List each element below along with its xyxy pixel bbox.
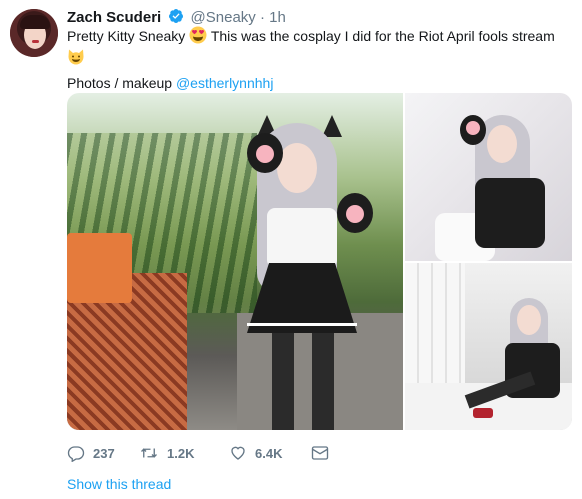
heart-icon bbox=[231, 446, 245, 460]
author-handle[interactable]: @Sneaky bbox=[191, 9, 256, 26]
tweet-time[interactable]: 1h bbox=[269, 9, 286, 26]
photo2-cosplayer bbox=[435, 103, 565, 261]
separator-dot: · bbox=[259, 9, 265, 26]
photo1-cosplayer bbox=[227, 113, 377, 430]
tweet-actions: 237 1.2K 6.4K bbox=[67, 442, 329, 464]
photo1-cushion bbox=[67, 233, 132, 303]
tweet-photo-3[interactable] bbox=[405, 263, 572, 430]
avatar-bangs bbox=[20, 15, 50, 29]
cosplayer-top bbox=[267, 208, 337, 268]
photographer-mention-link[interactable]: @estherlynnhhj bbox=[176, 75, 274, 91]
tweet-media-grid bbox=[67, 93, 572, 430]
like-count: 6.4K bbox=[255, 445, 283, 461]
photo3-window bbox=[405, 263, 465, 383]
tweet-text-line-1: Pretty Kitty Sneaky This was the cosplay… bbox=[67, 26, 572, 48]
retweet-icon bbox=[141, 448, 157, 458]
retweet-button[interactable]: 1.2K bbox=[139, 444, 229, 462]
reply-count: 237 bbox=[93, 445, 115, 461]
tweet-text: Pretty Kitty Sneaky This was the cosplay… bbox=[67, 26, 572, 92]
avatar-lips bbox=[32, 40, 39, 43]
paw-pad-right bbox=[346, 205, 364, 223]
cosplayer-face bbox=[487, 125, 517, 163]
cosplayer-leg-left bbox=[272, 333, 294, 430]
paw-pad-left bbox=[256, 145, 274, 163]
heart-eyes-emoji-icon bbox=[189, 26, 207, 48]
author-name[interactable]: Zach Scuderi bbox=[67, 9, 161, 26]
envelope-icon bbox=[311, 446, 329, 460]
direct-message-button[interactable] bbox=[311, 445, 329, 461]
skirt-stripe bbox=[247, 323, 357, 326]
cosplayer-face bbox=[517, 305, 541, 335]
tweet-photo-2[interactable] bbox=[405, 93, 572, 261]
smiling-cat-emoji-icon bbox=[67, 48, 85, 70]
retweet-count: 1.2K bbox=[167, 445, 195, 461]
cosplayer-dress bbox=[475, 178, 545, 248]
cosplayer-heel bbox=[473, 408, 493, 418]
tweet-text-part-2: This was the cosplay I did for the Riot … bbox=[210, 28, 555, 44]
tweet-credits-line: Photos / makeup @estherlynnhhj bbox=[67, 74, 572, 92]
photo3-cosplayer bbox=[464, 283, 565, 430]
like-button[interactable]: 6.4K bbox=[229, 444, 311, 462]
tweet-text-part-1: Pretty Kitty Sneaky bbox=[67, 28, 186, 44]
reply-icon bbox=[67, 446, 85, 462]
show-thread-link[interactable]: Show this thread bbox=[67, 476, 171, 492]
credits-prefix: Photos / makeup bbox=[67, 75, 173, 91]
reply-button[interactable]: 237 bbox=[67, 444, 139, 462]
cosplayer-leg-right bbox=[312, 333, 334, 430]
cosplayer-face bbox=[277, 143, 317, 193]
tweet-text-line-2 bbox=[67, 48, 572, 70]
paw-pad bbox=[466, 121, 480, 135]
tweet-photo-1[interactable] bbox=[67, 93, 403, 430]
author-avatar[interactable] bbox=[10, 9, 58, 57]
